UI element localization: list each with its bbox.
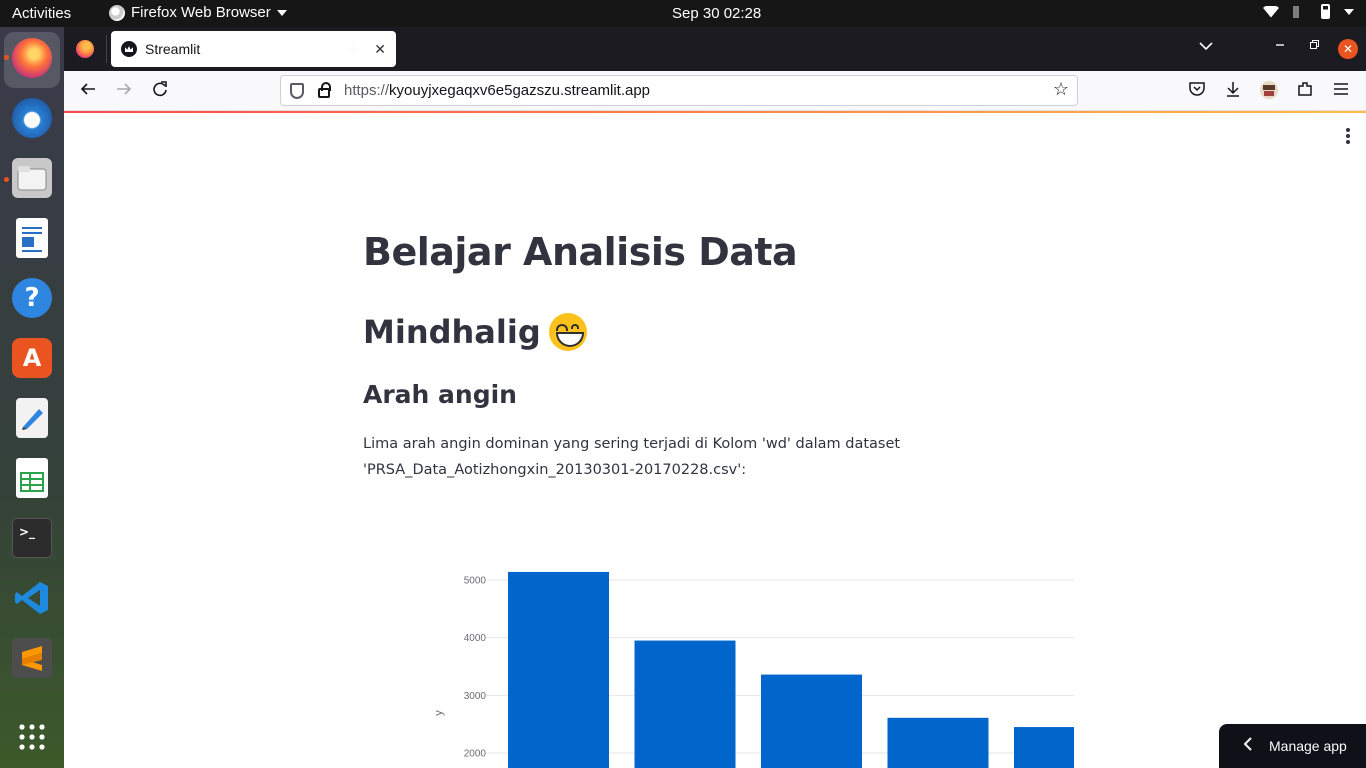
hamburger-menu-icon[interactable]	[1330, 80, 1352, 102]
forward-button[interactable]	[113, 80, 135, 102]
y-tick-label: 5000	[464, 576, 487, 587]
pocket-icon[interactable]	[1186, 80, 1208, 102]
dock: ? A >_	[0, 27, 64, 768]
bar[interactable]	[634, 640, 736, 768]
calc-icon[interactable]	[16, 458, 48, 498]
clock[interactable]: Sep 30 02:28	[672, 5, 761, 22]
caret-down-icon	[1344, 8, 1354, 15]
firefox-view-icon[interactable]	[76, 40, 94, 58]
software-icon[interactable]: A	[12, 338, 52, 378]
section-heading: Arah angin	[363, 380, 517, 409]
tab-separator	[106, 35, 107, 63]
account-avatar-icon[interactable]	[1258, 80, 1280, 102]
firefox-icon[interactable]	[12, 38, 52, 78]
new-tab-button[interactable]: +	[342, 37, 366, 61]
bar[interactable]	[761, 674, 862, 768]
page-title: Belajar Analisis Data	[363, 230, 798, 274]
url-text[interactable]: https://kyouyjxegaqxv6e5gazszu.streamlit…	[344, 82, 650, 99]
app-menu[interactable]: Firefox Web Browser	[109, 4, 287, 21]
thunderbird-icon[interactable]	[12, 98, 52, 138]
lock-icon[interactable]	[318, 81, 331, 98]
main-menu-icon[interactable]	[1346, 128, 1350, 144]
streamlit-app: Belajar Analisis Data Mindhalig Arah ang…	[64, 113, 1366, 768]
y-tick-label: 3000	[464, 691, 487, 702]
minimize-icon[interactable]	[1274, 39, 1286, 55]
files-icon[interactable]	[12, 158, 52, 198]
system-menu[interactable]	[1263, 4, 1354, 19]
manage-app-label: Manage app	[1269, 738, 1347, 754]
downloads-icon[interactable]	[1222, 80, 1244, 102]
vscode-icon[interactable]	[12, 578, 52, 618]
y-tick-label: 4000	[464, 633, 487, 644]
text-editor-icon[interactable]	[16, 398, 48, 438]
show-apps-icon[interactable]	[12, 717, 52, 757]
system-top-bar: Activities Firefox Web Browser Sep 30 02…	[0, 0, 1366, 27]
page-subtitle: Mindhalig	[363, 313, 587, 351]
y-tick-label: 2000	[464, 749, 487, 760]
wind-direction-bar-chart[interactable]: 2000 3000 4000 5000 y	[354, 553, 1074, 768]
wifi-icon	[1263, 5, 1279, 18]
running-indicator	[4, 55, 9, 60]
app-menu-label: Firefox Web Browser	[131, 4, 271, 21]
navigation-toolbar: https://kyouyjxegaqxv6e5gazszu.streamlit…	[64, 71, 1366, 111]
tab-close-icon[interactable]: ✕	[374, 41, 386, 58]
bar[interactable]	[508, 571, 609, 768]
terminal-icon[interactable]: >_	[12, 518, 52, 558]
restore-icon[interactable]	[1308, 39, 1320, 55]
subtitle-text: Mindhalig	[363, 313, 541, 351]
tracking-protection-icon[interactable]	[290, 82, 304, 99]
window-close-icon[interactable]: ✕	[1338, 39, 1358, 59]
tab-bar: Streamlit ✕ + ✕	[64, 27, 1366, 71]
help-icon[interactable]: ?	[12, 278, 52, 318]
y-axis-label: y	[433, 710, 445, 716]
volume-icon	[1293, 5, 1307, 18]
back-button[interactable]	[77, 80, 99, 102]
writer-icon[interactable]	[16, 218, 48, 258]
chevron-left-icon	[1243, 736, 1253, 756]
caret-down-icon	[276, 9, 287, 16]
tab-title: Streamlit	[145, 41, 201, 57]
url-bar[interactable]: https://kyouyjxegaqxv6e5gazszu.streamlit…	[280, 75, 1078, 106]
grinning-face-emoji-icon	[548, 313, 587, 351]
list-all-tabs-icon[interactable]	[1199, 39, 1213, 55]
sublime-text-icon[interactable]	[12, 638, 52, 678]
url-host: kyouyjxegaqxv6e5gazszu.streamlit.app	[389, 82, 651, 99]
activities-button[interactable]: Activities	[12, 5, 71, 22]
battery-icon	[1321, 4, 1330, 19]
streamlit-favicon-icon	[121, 41, 137, 57]
manage-app-button[interactable]: Manage app	[1219, 724, 1366, 768]
extensions-icon[interactable]	[1294, 80, 1316, 102]
running-indicator	[4, 177, 9, 182]
bar[interactable]	[1014, 727, 1074, 768]
reload-button[interactable]	[149, 80, 171, 102]
bookmark-star-icon[interactable]: ☆	[1053, 79, 1069, 100]
url-scheme: https://	[344, 82, 390, 99]
bar[interactable]	[887, 717, 989, 768]
section-description: Lima arah angin dominan yang sering terj…	[363, 436, 901, 478]
firefox-icon	[109, 4, 125, 21]
